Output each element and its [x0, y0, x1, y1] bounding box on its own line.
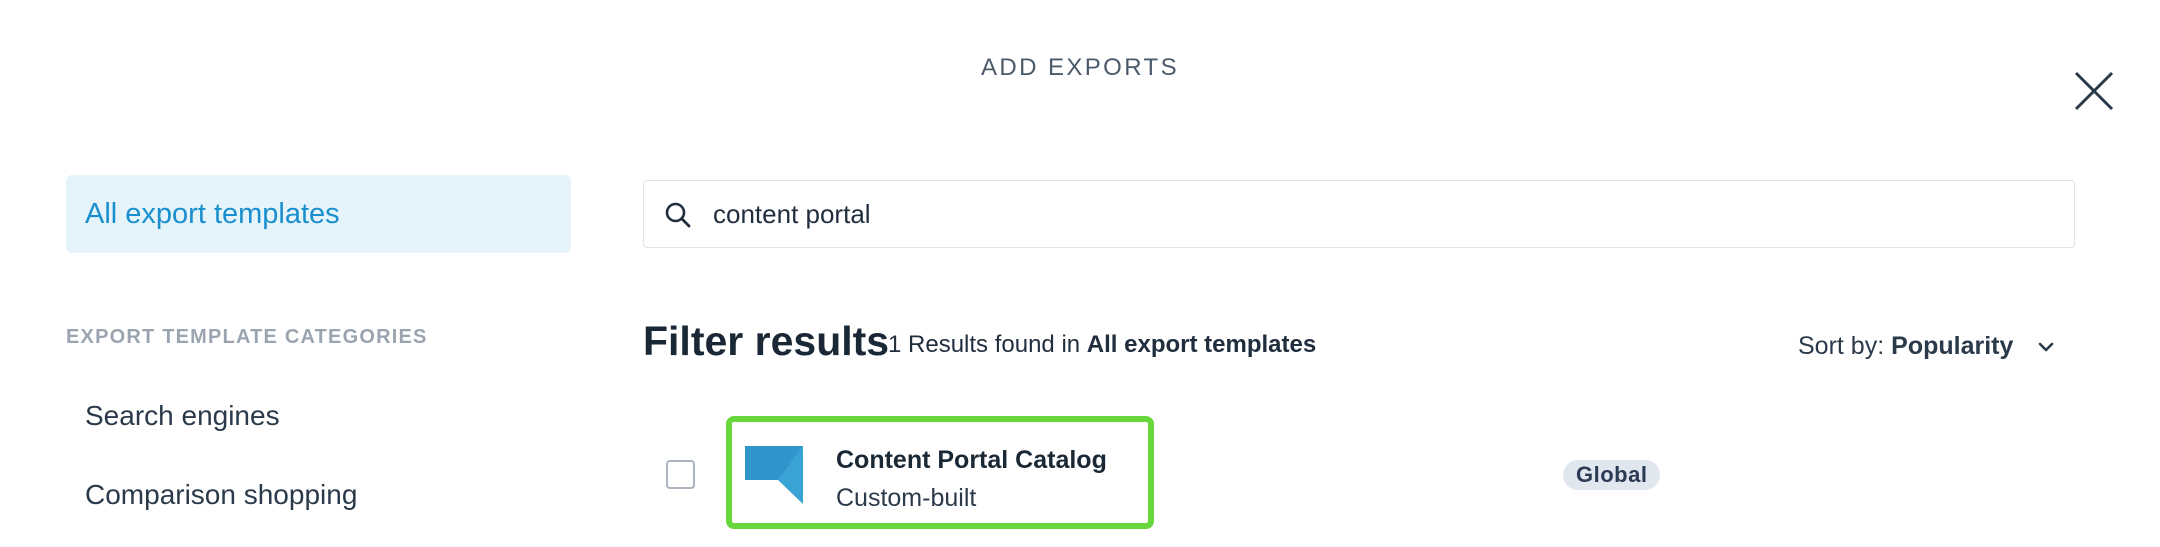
- results-count: 1 Results found in All export templates: [888, 331, 1316, 359]
- template-logo-icon: [745, 446, 803, 504]
- scope-badge: Global: [1563, 460, 1661, 490]
- template-subtitle: Custom-built: [836, 484, 977, 512]
- modal-title: ADD EXPORTS: [981, 54, 1179, 81]
- sidebar-item-label: All export templates: [85, 197, 340, 230]
- close-button[interactable]: [2073, 70, 2115, 112]
- search-box: [643, 180, 2075, 248]
- chevron-down-icon: [2035, 336, 2057, 358]
- search-icon: [664, 201, 692, 229]
- search-input[interactable]: [713, 181, 2053, 247]
- results-scope: All export templates: [1086, 331, 1317, 358]
- category-comparison-shopping[interactable]: Comparison shopping: [85, 479, 357, 511]
- close-icon: [2074, 71, 2114, 111]
- category-search-engines[interactable]: Search engines: [85, 400, 280, 432]
- template-title: Content Portal Catalog: [836, 446, 1107, 474]
- sort-value: Popularity: [1891, 332, 2014, 360]
- row-checkbox[interactable]: [666, 460, 695, 489]
- sort-label: Sort by:: [1798, 332, 1885, 360]
- filter-results-heading: Filter results: [643, 318, 890, 364]
- categories-heading: EXPORT TEMPLATE CATEGORIES: [66, 326, 428, 348]
- sidebar-item-all-export-templates[interactable]: All export templates: [66, 175, 571, 253]
- sort-dropdown[interactable]: Sort by: Popularity: [1798, 332, 2057, 361]
- results-count-text: 1 Results found in: [888, 331, 1081, 358]
- export-template-card[interactable]: Content Portal Catalog Custom-built: [726, 416, 1154, 529]
